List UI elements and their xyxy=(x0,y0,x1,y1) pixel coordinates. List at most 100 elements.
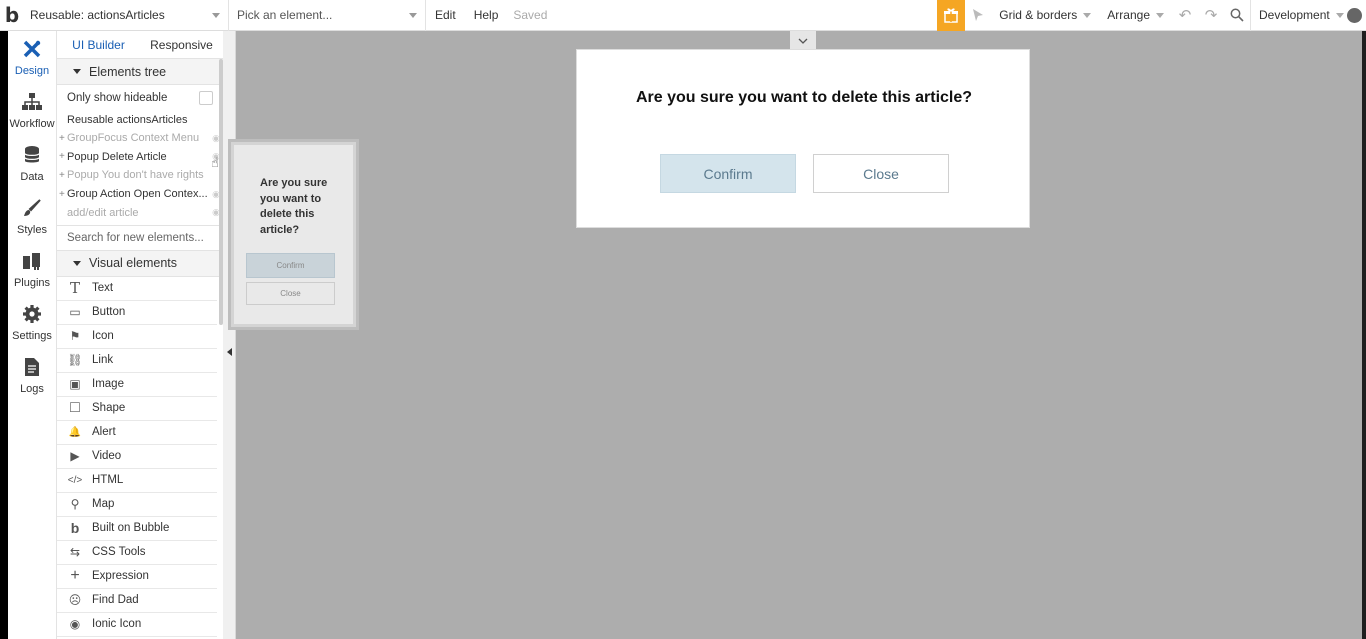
confirm-button[interactable]: Confirm xyxy=(660,154,796,193)
expand-plus-icon[interactable]: + xyxy=(59,133,67,144)
page-selector[interactable]: Reusable: actionsArticles xyxy=(24,0,229,31)
list-item[interactable]: ◉ Ionic Icon xyxy=(57,613,217,637)
ionic-icon: ◉ xyxy=(69,617,81,632)
button-icon: ▭ xyxy=(69,305,81,320)
list-item-label: Image xyxy=(92,378,124,391)
environment-dropdown[interactable]: Development xyxy=(1250,0,1344,31)
list-item[interactable]: + Expression xyxy=(57,565,217,589)
list-item[interactable]: ⚑ Icon xyxy=(57,325,217,349)
collapse-arrow-icon[interactable] xyxy=(227,348,232,356)
elements-tree-label: Elements tree xyxy=(89,64,167,79)
gift-icon[interactable] xyxy=(937,0,966,31)
search-elements-input[interactable]: Search for new elements... xyxy=(57,224,223,251)
list-item[interactable]: b Built on Bubble xyxy=(57,517,217,541)
nav-settings[interactable]: Settings xyxy=(8,296,56,349)
nav-logs[interactable]: Logs xyxy=(8,349,56,402)
nav-data[interactable]: Data xyxy=(8,137,56,190)
nav-settings-label: Settings xyxy=(12,329,52,342)
nav-styles-label: Styles xyxy=(17,223,47,236)
expand-plus-icon[interactable]: + xyxy=(59,151,67,162)
nav-design-label: Design xyxy=(14,64,50,77)
preview-text: Are you sure you want to delete this art… xyxy=(260,177,328,236)
tree-item-groupfocus[interactable]: + GroupFocus Context Menu ◉ xyxy=(57,129,223,148)
bubble-icon: b xyxy=(70,520,80,537)
list-item-label: Icon xyxy=(92,330,114,343)
chevron-down-icon[interactable] xyxy=(790,31,816,51)
caret-down-icon xyxy=(73,260,81,266)
nav-design[interactable]: Design xyxy=(8,31,56,84)
grid-borders-label: Grid & borders xyxy=(999,8,1078,22)
only-show-hideable-checkbox[interactable] xyxy=(199,91,213,105)
only-show-hideable-label: Only show hideable xyxy=(67,92,168,104)
nav-styles[interactable]: Styles xyxy=(8,190,56,243)
undo-icon[interactable]: ↶ xyxy=(1172,0,1198,31)
elements-tree-header[interactable]: Elements tree xyxy=(57,59,223,85)
redo-icon[interactable]: ↷ xyxy=(1198,0,1224,31)
top-toolbar: b Reusable: actionsArticles Pick an elem… xyxy=(0,0,1366,31)
flag-icon: ⚑ xyxy=(69,329,81,344)
menu-help[interactable]: Help xyxy=(465,8,508,22)
list-item-label: Ionic Icon xyxy=(92,618,142,631)
list-item-label: Video xyxy=(92,450,122,463)
tree-item-popup-no-rights[interactable]: + Popup You don't have rights xyxy=(57,166,223,185)
chevron-down-icon xyxy=(212,12,220,18)
visual-elements-list: T Text ▭ Button ⚑ Icon ⛓ Link ▣ Image □ Shape … xyxy=(57,277,223,637)
tree-item-popup-delete[interactable]: + Popup Delete Article ◉ xyxy=(57,148,223,167)
nav-workflow[interactable]: Workflow xyxy=(8,84,56,137)
list-item[interactable]: 🔔 Alert xyxy=(57,421,217,445)
visual-elements-header[interactable]: Visual elements xyxy=(57,250,223,277)
user-avatar-icon[interactable] xyxy=(1342,7,1366,23)
list-item-label: Link xyxy=(92,354,114,367)
element-picker-placeholder: Pick an element... xyxy=(237,8,333,22)
page-selector-label: Reusable: actionsArticles xyxy=(30,8,165,22)
bubble-logo[interactable]: b xyxy=(0,0,24,31)
tree-item-add-edit-article[interactable]: add/edit article ◉ xyxy=(57,203,223,222)
chevron-down-icon xyxy=(1156,12,1164,18)
menu-edit[interactable]: Edit xyxy=(426,8,465,22)
link-icon: ⛓ xyxy=(67,353,83,368)
tab-ui-builder[interactable]: UI Builder xyxy=(57,31,140,58)
brush-icon xyxy=(22,198,42,220)
nav-data-label: Data xyxy=(20,170,44,183)
tab-responsive[interactable]: Responsive xyxy=(140,31,223,58)
plug-icon xyxy=(21,251,43,273)
window-edge xyxy=(0,31,8,639)
list-item[interactable]: ⛓ Link xyxy=(57,349,217,373)
pointer-icon[interactable] xyxy=(965,0,991,31)
element-picker[interactable]: Pick an element... xyxy=(229,0,426,31)
list-item[interactable]: ⚲ Map xyxy=(57,493,217,517)
list-item-label: Expression xyxy=(92,570,149,583)
list-item[interactable]: </> HTML xyxy=(57,469,217,493)
close-button[interactable]: Close xyxy=(813,154,949,193)
tree-root-item[interactable]: Reusable actionsArticles xyxy=(57,111,223,129)
panel-tabs: UI Builder Responsive xyxy=(57,31,223,59)
visual-elements-label: Visual elements xyxy=(89,256,178,271)
only-show-hideable-row: Only show hideable xyxy=(57,85,223,111)
panel-collapse-bar[interactable] xyxy=(223,31,236,639)
grid-borders-dropdown[interactable]: Grid & borders xyxy=(991,0,1099,31)
list-item[interactable]: ▣ Image xyxy=(57,373,217,397)
search-icon[interactable] xyxy=(1224,0,1250,31)
popup-delete-article[interactable]: Are you sure you want to delete this art… xyxy=(576,49,1030,228)
chevron-down-icon xyxy=(1083,12,1092,18)
expand-plus-icon[interactable]: + xyxy=(59,189,67,200)
main-nav: Design Workflow Data Styles Plugins Sett… xyxy=(8,31,57,639)
tree-item-group-action[interactable]: + Group Action Open Contex... ◉ xyxy=(57,185,223,204)
list-item-label: Map xyxy=(92,498,115,511)
workflow-icon xyxy=(21,92,43,114)
list-item[interactable]: ☹ Find Dad xyxy=(57,589,217,613)
arrange-dropdown[interactable]: Arrange xyxy=(1099,0,1172,31)
list-item[interactable]: T Text xyxy=(57,277,217,301)
list-item[interactable]: □ Shape xyxy=(57,397,217,421)
list-item-label: Built on Bubble xyxy=(92,522,170,535)
expand-plus-icon[interactable]: + xyxy=(59,170,67,181)
list-item[interactable]: ⇆ CSS Tools xyxy=(57,541,217,565)
map-pin-icon: ⚲ xyxy=(70,497,80,512)
nav-plugins[interactable]: Plugins xyxy=(8,243,56,296)
arrange-label: Arrange xyxy=(1107,8,1150,22)
list-item-label: Text xyxy=(92,282,114,295)
list-item[interactable]: ▭ Button xyxy=(57,301,217,325)
list-item-label: Shape xyxy=(92,402,126,415)
list-item[interactable]: ▶ Video xyxy=(57,445,217,469)
video-icon: ▶ xyxy=(70,449,80,464)
